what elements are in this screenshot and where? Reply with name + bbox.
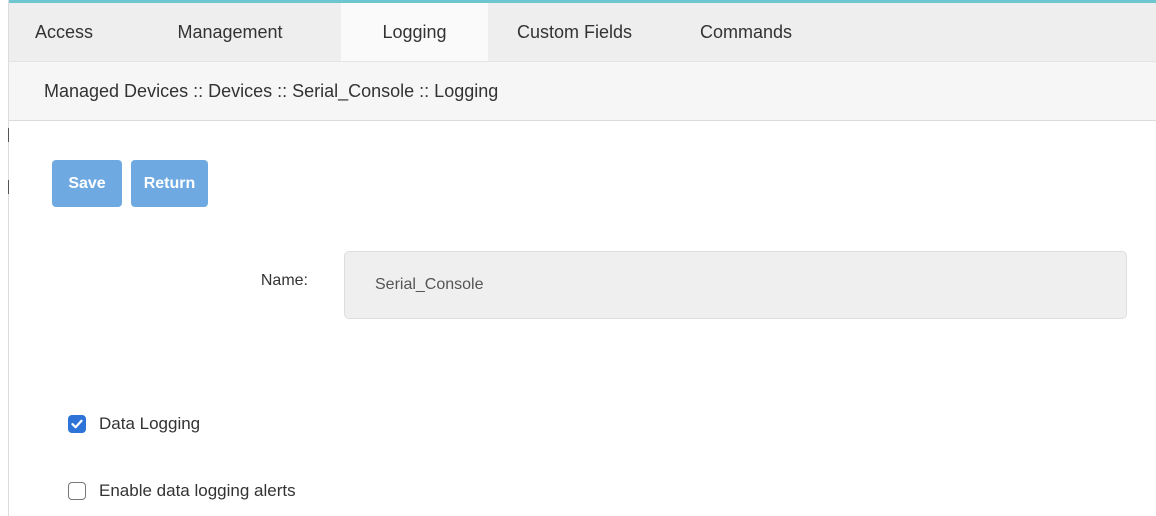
enable-alerts-checkbox[interactable] — [68, 482, 86, 500]
return-button[interactable]: Return — [131, 160, 208, 207]
tab-commands[interactable]: Commands — [661, 3, 831, 61]
data-logging-checkbox[interactable] — [68, 415, 86, 433]
left-tick-mark — [8, 180, 9, 194]
data-logging-label: Data Logging — [99, 414, 201, 433]
checkmark-icon — [71, 419, 83, 429]
tab-logging[interactable]: Logging — [341, 3, 488, 61]
tab-custom-fields[interactable]: Custom Fields — [488, 3, 661, 61]
page: Access Management Logging Custom Fields … — [0, 0, 1156, 516]
enable-alerts-label: Enable data logging alerts — [99, 481, 296, 500]
name-field-value: Serial_Console — [375, 276, 484, 293]
tab-access[interactable]: Access — [9, 3, 119, 61]
left-tick-mark — [8, 128, 9, 142]
data-logging-option[interactable]: Data Logging — [68, 414, 200, 434]
breadcrumb-text: Managed Devices :: Devices :: Serial_Con… — [44, 80, 499, 101]
name-label: Name: — [260, 272, 308, 289]
enable-alerts-option[interactable]: Enable data logging alerts — [68, 481, 296, 501]
tab-management[interactable]: Management — [119, 3, 341, 61]
name-field[interactable]: Serial_Console — [344, 251, 1127, 319]
save-button[interactable]: Save — [52, 160, 122, 207]
tab-bar: Access Management Logging Custom Fields … — [9, 3, 1156, 61]
breadcrumb: Managed Devices :: Devices :: Serial_Con… — [9, 61, 1156, 121]
